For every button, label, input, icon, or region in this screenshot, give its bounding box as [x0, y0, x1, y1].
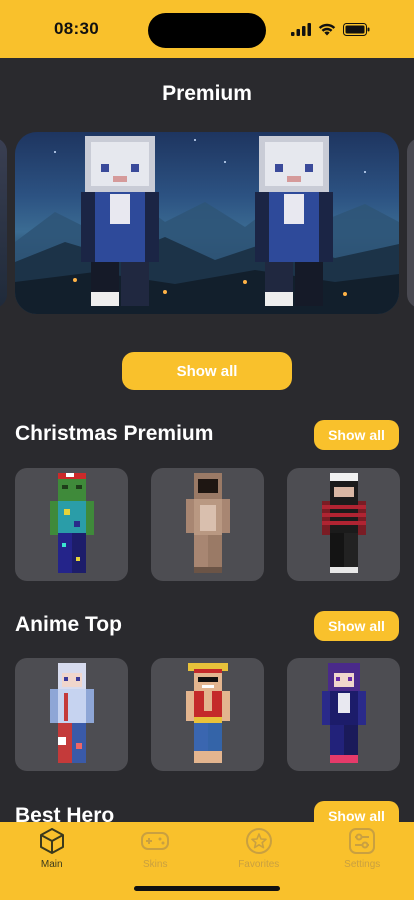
skin-anime-purple-hair	[321, 662, 366, 763]
page-title: Premium	[162, 82, 252, 105]
skin-anime-white-hair	[49, 662, 94, 763]
banner-next[interactable]	[407, 138, 414, 308]
tab-settings-label: Settings	[344, 859, 381, 870]
tab-settings[interactable]: Settings	[311, 822, 414, 900]
banner-previous[interactable]	[0, 138, 7, 308]
wifi-icon	[318, 23, 336, 35]
skin-card[interactable]	[151, 658, 264, 771]
skin-card[interactable]	[151, 468, 264, 581]
signal-icon	[291, 22, 311, 36]
premium-carousel[interactable]	[0, 132, 414, 314]
status-bar: 08:30	[0, 0, 414, 58]
christmas-premium-row	[15, 468, 400, 581]
tab-skins-label: Skins	[143, 859, 168, 870]
skin-striped-sweater	[321, 472, 366, 573]
tab-main-label: Main	[40, 859, 63, 870]
dynamic-island	[148, 13, 266, 48]
section-title-christmas-premium: Christmas Premium	[15, 422, 214, 445]
tab-favorites-label: Favorites	[238, 859, 280, 870]
anime-top-row	[15, 658, 400, 771]
skin-zombie-santa	[49, 472, 94, 573]
cube-icon	[37, 826, 67, 856]
tab-main[interactable]: Main	[0, 822, 104, 900]
skin-reindeer	[185, 472, 230, 573]
status-icons	[291, 22, 370, 36]
premium-banner[interactable]	[15, 132, 399, 314]
battery-icon	[343, 22, 370, 36]
premium-show-all-button[interactable]: Show all	[122, 352, 292, 390]
sliders-icon	[347, 826, 377, 856]
gamepad-icon	[140, 826, 170, 856]
banner-artwork	[15, 136, 399, 314]
main-content[interactable]: Premium Show all Christmas Premium Show …	[0, 58, 414, 822]
star-icon	[244, 826, 274, 856]
home-indicator	[134, 886, 280, 891]
skin-straw-hat-pirate	[185, 662, 230, 763]
skin-card[interactable]	[287, 658, 400, 771]
skin-card[interactable]	[15, 658, 128, 771]
christmas-premium-show-all-button[interactable]: Show all	[314, 420, 399, 450]
section-title-best-hero: Best Hero	[15, 804, 115, 822]
best-hero-show-all-button[interactable]: Show all	[314, 801, 399, 822]
anime-top-show-all-button[interactable]: Show all	[314, 611, 399, 641]
section-title-anime-top: Anime Top	[15, 613, 122, 636]
skin-card[interactable]	[287, 468, 400, 581]
skin-card[interactable]	[15, 468, 128, 581]
status-time: 08:30	[54, 19, 99, 38]
